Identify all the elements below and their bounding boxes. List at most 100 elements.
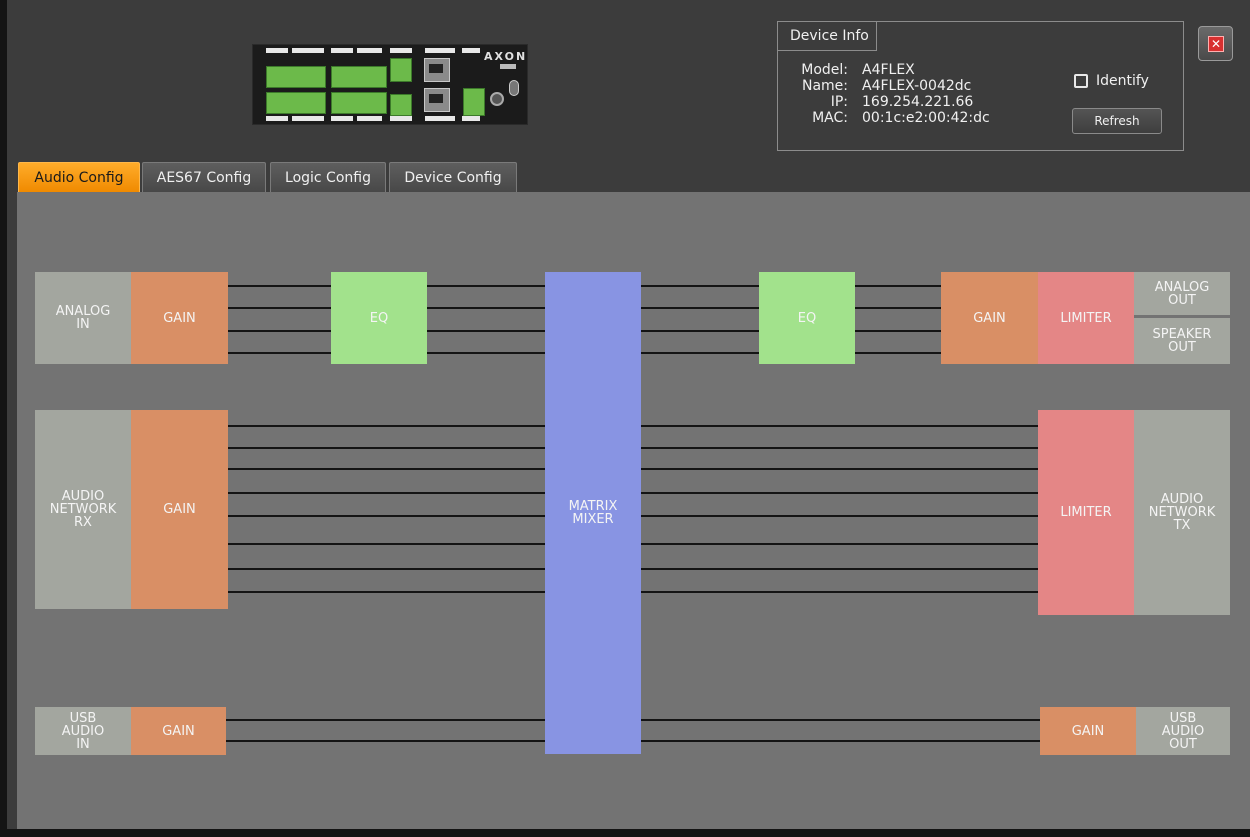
usb-in-gain-block[interactable]: GAIN	[131, 707, 226, 755]
usb-audio-out-block[interactable]: USB AUDIO OUT	[1136, 707, 1230, 755]
window-border-left	[0, 0, 7, 837]
power-jack-image	[490, 92, 504, 106]
window-border-bottom	[0, 829, 1250, 837]
analog-out-line	[855, 307, 941, 309]
axon-model-badge	[500, 64, 516, 69]
network-line	[228, 591, 545, 593]
ip-value: 169.254.221.66	[862, 94, 974, 110]
network-line	[641, 515, 1038, 517]
network-rx-gain-block[interactable]: GAIN	[131, 410, 228, 609]
analog-line	[228, 352, 331, 354]
analog-out-line	[641, 330, 759, 332]
panel-label-strip	[331, 48, 353, 53]
usb-line	[226, 719, 545, 721]
ip-key: IP:	[830, 94, 848, 110]
panel-label-strip	[462, 116, 480, 121]
tab-aes67-config[interactable]: AES67 Config	[142, 162, 266, 192]
analog-line	[228, 285, 331, 287]
analog-in-gain-block[interactable]: GAIN	[131, 272, 228, 364]
panel-label-strip	[462, 48, 480, 53]
device-reset-button-image	[509, 80, 519, 96]
network-line	[641, 492, 1038, 494]
analog-line	[228, 307, 331, 309]
device-info-keys: Model: Name: IP: MAC:	[790, 62, 848, 126]
panel-label-strip	[357, 116, 382, 121]
device-info-values: A4FLEX A4FLEX-0042dc 169.254.221.66 00:1…	[862, 62, 990, 126]
panel-label-strip	[390, 116, 412, 121]
network-line	[641, 568, 1038, 570]
usb-audio-in-block[interactable]: USB AUDIO IN	[35, 707, 131, 755]
panel-label-strip	[266, 116, 288, 121]
speaker-out-block[interactable]: SPEAKER OUT	[1134, 318, 1230, 364]
analog-out-line	[641, 285, 759, 287]
network-line	[641, 425, 1038, 427]
analog-out-line	[855, 330, 941, 332]
panel-label-strip	[425, 116, 455, 121]
analog-line	[228, 330, 331, 332]
network-line	[228, 568, 545, 570]
terminal-block-image	[266, 66, 326, 88]
close-button[interactable]: ✕	[1198, 26, 1233, 61]
analog-out-gain-block[interactable]: GAIN	[941, 272, 1038, 364]
tab-audio-config[interactable]: Audio Config	[18, 162, 140, 192]
tab-logic-config[interactable]: Logic Config	[270, 162, 386, 192]
analog-out-line	[855, 352, 941, 354]
mac-key: MAC:	[812, 110, 848, 126]
network-line	[228, 468, 545, 470]
terminal-block-image	[390, 58, 412, 82]
usb-line	[226, 740, 545, 742]
model-key: Model:	[801, 62, 848, 78]
network-line	[641, 447, 1038, 449]
refresh-button[interactable]: Refresh	[1072, 108, 1162, 134]
analog-out-block[interactable]: ANALOG OUT	[1134, 272, 1230, 317]
analog-line	[427, 330, 545, 332]
close-icon: ✕	[1208, 36, 1224, 52]
name-key: Name:	[801, 78, 848, 94]
network-line	[641, 468, 1038, 470]
identify-checkbox[interactable]: Identify	[1074, 72, 1149, 90]
network-line	[228, 515, 545, 517]
analog-line	[427, 352, 545, 354]
panel-label-strip	[292, 116, 324, 121]
network-line	[641, 591, 1038, 593]
ethernet-port-image	[424, 58, 450, 82]
tab-device-config[interactable]: Device Config	[389, 162, 517, 192]
terminal-block-image	[463, 88, 485, 116]
identify-checkbox-box[interactable]	[1074, 74, 1088, 88]
mac-value: 00:1c:e2:00:42:dc	[862, 110, 990, 126]
identify-label: Identify	[1096, 73, 1149, 89]
network-line	[641, 543, 1038, 545]
terminal-block-image	[266, 92, 326, 114]
usb-line	[641, 719, 1040, 721]
analog-out-line	[855, 285, 941, 287]
terminal-block-image	[331, 92, 387, 114]
analog-line	[427, 285, 545, 287]
panel-label-strip	[292, 48, 324, 53]
network-line	[228, 447, 545, 449]
panel-label-strip	[390, 48, 412, 53]
analog-out-line	[641, 307, 759, 309]
input-eq-block[interactable]: EQ	[331, 272, 427, 364]
terminal-block-image	[390, 94, 412, 116]
analog-in-block[interactable]: ANALOG IN	[35, 272, 131, 364]
model-value: A4FLEX	[862, 62, 915, 78]
analog-out-line	[641, 352, 759, 354]
output-eq-block[interactable]: EQ	[759, 272, 855, 364]
app-window: AXON Device Info Model: Name: IP: MAC: A…	[0, 0, 1250, 837]
panel-label-strip	[425, 48, 455, 53]
panel-label-strip	[331, 116, 353, 121]
axon-logo: AXON	[484, 50, 528, 63]
terminal-block-image	[331, 66, 387, 88]
device-info-title: Device Info	[777, 21, 877, 51]
network-limiter-block[interactable]: LIMITER	[1038, 410, 1134, 615]
audio-network-tx-block[interactable]: AUDIO NETWORK TX	[1134, 410, 1230, 615]
analog-limiter-block[interactable]: LIMITER	[1038, 272, 1134, 364]
analog-line	[427, 307, 545, 309]
usb-line	[641, 740, 1040, 742]
usb-out-gain-block[interactable]: GAIN	[1040, 707, 1136, 755]
panel-label-strip	[266, 48, 288, 53]
panel-label-strip	[357, 48, 382, 53]
name-value: A4FLEX-0042dc	[862, 78, 972, 94]
matrix-mixer-block[interactable]: MATRIX MIXER	[545, 272, 641, 754]
audio-network-rx-block[interactable]: AUDIO NETWORK RX	[35, 410, 131, 609]
